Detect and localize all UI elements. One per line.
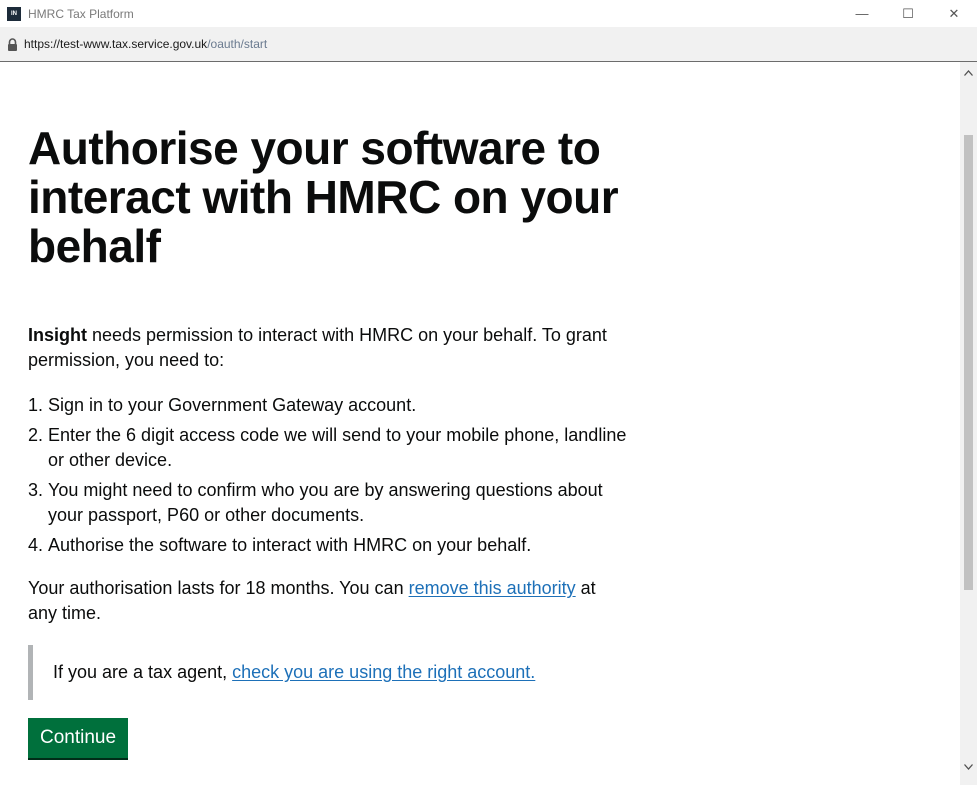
vertical-scrollbar[interactable] xyxy=(960,62,977,785)
minimize-icon: — xyxy=(855,6,869,21)
list-item: 2. Enter the 6 digit access code we will… xyxy=(28,423,628,473)
page-title: Authorise your software to interact with… xyxy=(28,122,619,272)
url-text[interactable]: https://test-www.tax.service.gov.uk/oaut… xyxy=(24,37,267,51)
maximize-button[interactable]: ☐ xyxy=(885,0,931,27)
list-item: 4. Authorise the software to interact wi… xyxy=(28,533,628,558)
step-number: 4. xyxy=(28,535,44,555)
duration-text: Your authorisation lasts for 18 months. … xyxy=(28,578,409,598)
minimize-button[interactable]: — xyxy=(839,0,885,27)
list-item: 3. You might need to confirm who you are… xyxy=(28,478,628,528)
step-number: 3. xyxy=(28,480,44,500)
remove-authority-link[interactable]: remove this authority xyxy=(409,578,576,598)
step-text: Enter the 6 digit access code we will se… xyxy=(48,425,627,470)
step-number: 2. xyxy=(28,425,44,445)
steps-list: 1. Sign in to your Government Gateway ac… xyxy=(28,393,628,563)
step-text: Sign in to your Government Gateway accou… xyxy=(48,395,417,415)
address-bar[interactable]: https://test-www.tax.service.gov.uk/oaut… xyxy=(0,27,977,62)
check-account-link[interactable]: check you are using the right account. xyxy=(232,662,535,682)
lock-icon xyxy=(7,37,18,51)
url-path: /oauth/start xyxy=(207,37,268,51)
software-name: Insight xyxy=(28,325,87,345)
step-text: Authorise the software to interact with … xyxy=(48,535,532,555)
window-title: HMRC Tax Platform xyxy=(28,6,134,21)
inset-text: If you are a tax agent, xyxy=(53,662,233,682)
url-host: https://test-www.tax.service.gov.uk xyxy=(24,37,208,51)
intro-paragraph: Insight needs permission to interact wit… xyxy=(28,323,628,373)
title-bar: IN HMRC Tax Platform — ☐ ✕ xyxy=(0,0,977,27)
step-text: You might need to confirm who you are by… xyxy=(48,480,603,525)
scroll-up-icon[interactable] xyxy=(960,64,977,81)
app-icon: IN xyxy=(7,6,21,21)
continue-button[interactable]: Continue xyxy=(28,718,129,758)
scrollbar-thumb[interactable] xyxy=(964,135,973,590)
intro-text: needs permission to interact with HMRC o… xyxy=(28,325,607,370)
authorisation-duration-paragraph: Your authorisation lasts for 18 months. … xyxy=(28,576,628,626)
step-number: 1. xyxy=(28,395,44,415)
close-button[interactable]: ✕ xyxy=(931,0,977,27)
page-content: Authorise your software to interact with… xyxy=(0,62,960,785)
maximize-icon: ☐ xyxy=(902,5,914,21)
window-controls: — ☐ ✕ xyxy=(839,0,977,27)
scroll-down-icon[interactable] xyxy=(960,758,977,775)
close-icon: ✕ xyxy=(948,5,960,21)
browser-window: IN HMRC Tax Platform — ☐ ✕ https://test-… xyxy=(0,0,977,785)
list-item: 1. Sign in to your Government Gateway ac… xyxy=(28,393,628,418)
tax-agent-inset: If you are a tax agent, check you are us… xyxy=(28,645,628,700)
